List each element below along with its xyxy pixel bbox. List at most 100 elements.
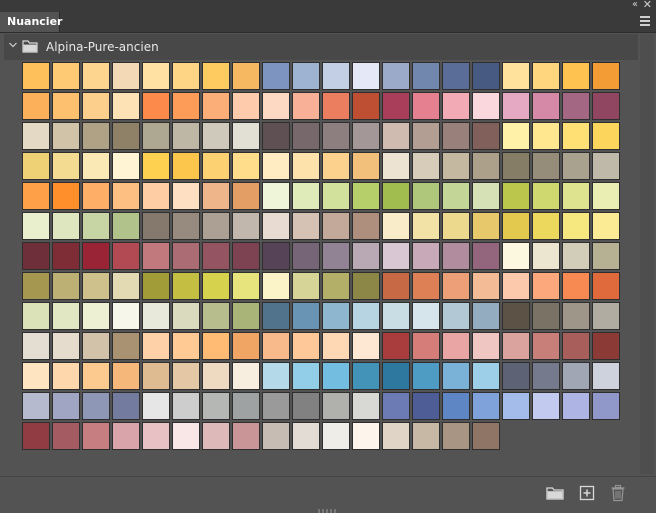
color-swatch[interactable] [322,152,350,180]
color-swatch[interactable] [412,362,440,390]
color-swatch[interactable] [172,152,200,180]
color-swatch[interactable] [262,182,290,210]
color-swatch[interactable] [202,212,230,240]
color-swatch[interactable] [382,392,410,420]
color-swatch[interactable] [142,302,170,330]
scrollbar[interactable] [640,34,654,474]
color-swatch[interactable] [592,272,620,300]
color-swatch[interactable] [142,122,170,150]
color-swatch[interactable] [382,242,410,270]
color-swatch[interactable] [352,92,380,120]
color-swatch[interactable] [532,182,560,210]
color-swatch[interactable] [52,272,80,300]
color-swatch[interactable] [232,392,260,420]
delete-swatch-button[interactable] [608,483,628,503]
color-swatch[interactable] [172,212,200,240]
color-swatch[interactable] [22,392,50,420]
chevron-down-icon[interactable] [9,41,17,49]
color-swatch[interactable] [322,212,350,240]
color-swatch[interactable] [412,62,440,90]
color-swatch[interactable] [52,182,80,210]
color-swatch[interactable] [292,332,320,360]
color-swatch[interactable] [322,302,350,330]
color-swatch[interactable] [562,302,590,330]
color-swatch[interactable] [442,152,470,180]
color-swatch[interactable] [112,392,140,420]
color-swatch[interactable] [52,122,80,150]
color-swatch[interactable] [382,332,410,360]
color-swatch[interactable] [412,332,440,360]
color-swatch[interactable] [262,152,290,180]
color-swatch[interactable] [502,92,530,120]
color-swatch[interactable] [352,152,380,180]
color-swatch[interactable] [112,92,140,120]
color-swatch[interactable] [592,182,620,210]
color-swatch[interactable] [502,272,530,300]
color-swatch[interactable] [232,92,260,120]
color-swatch[interactable] [22,422,50,450]
color-swatch[interactable] [442,272,470,300]
color-swatch[interactable] [172,272,200,300]
color-swatch[interactable] [292,182,320,210]
color-swatch[interactable] [232,302,260,330]
color-swatch[interactable] [502,362,530,390]
color-swatch[interactable] [232,362,260,390]
color-swatch[interactable] [562,272,590,300]
color-swatch[interactable] [562,242,590,270]
color-swatch[interactable] [502,392,530,420]
color-swatch[interactable] [472,92,500,120]
color-swatch[interactable] [442,302,470,330]
color-swatch[interactable] [442,92,470,120]
color-swatch[interactable] [142,362,170,390]
color-swatch[interactable] [22,212,50,240]
color-swatch[interactable] [82,272,110,300]
color-swatch[interactable] [202,92,230,120]
color-swatch[interactable] [412,212,440,240]
color-swatch[interactable] [532,62,560,90]
color-swatch[interactable] [52,152,80,180]
color-swatch[interactable] [172,242,200,270]
color-swatch[interactable] [172,92,200,120]
color-swatch[interactable] [382,302,410,330]
color-swatch[interactable] [412,422,440,450]
color-swatch[interactable] [262,122,290,150]
color-swatch[interactable] [172,422,200,450]
color-swatch[interactable] [52,212,80,240]
color-swatch[interactable] [202,392,230,420]
color-swatch[interactable] [472,332,500,360]
color-swatch[interactable] [202,152,230,180]
color-swatch[interactable] [112,242,140,270]
color-swatch[interactable] [292,212,320,240]
color-swatch[interactable] [232,332,260,360]
color-swatch[interactable] [262,392,290,420]
color-swatch[interactable] [532,272,560,300]
color-swatch[interactable] [412,392,440,420]
close-icon[interactable]: ✕ [643,0,652,10]
color-swatch[interactable] [232,182,260,210]
color-swatch[interactable] [592,242,620,270]
color-swatch[interactable] [322,122,350,150]
color-swatch[interactable] [322,362,350,390]
color-swatch[interactable] [172,362,200,390]
color-swatch[interactable] [52,242,80,270]
color-swatch[interactable] [592,362,620,390]
color-swatch[interactable] [562,212,590,240]
color-swatch[interactable] [352,242,380,270]
color-swatch[interactable] [52,302,80,330]
color-swatch[interactable] [82,362,110,390]
color-swatch[interactable] [592,152,620,180]
color-swatch[interactable] [502,302,530,330]
color-swatch[interactable] [232,122,260,150]
color-swatch[interactable] [442,182,470,210]
color-swatch[interactable] [82,152,110,180]
color-swatch[interactable] [322,272,350,300]
color-swatch[interactable] [52,62,80,90]
color-swatch[interactable] [22,92,50,120]
color-swatch[interactable] [172,332,200,360]
color-swatch[interactable] [472,122,500,150]
color-swatch[interactable] [142,182,170,210]
color-swatch[interactable] [22,362,50,390]
color-swatch[interactable] [472,362,500,390]
color-swatch[interactable] [292,242,320,270]
color-swatch[interactable] [562,152,590,180]
